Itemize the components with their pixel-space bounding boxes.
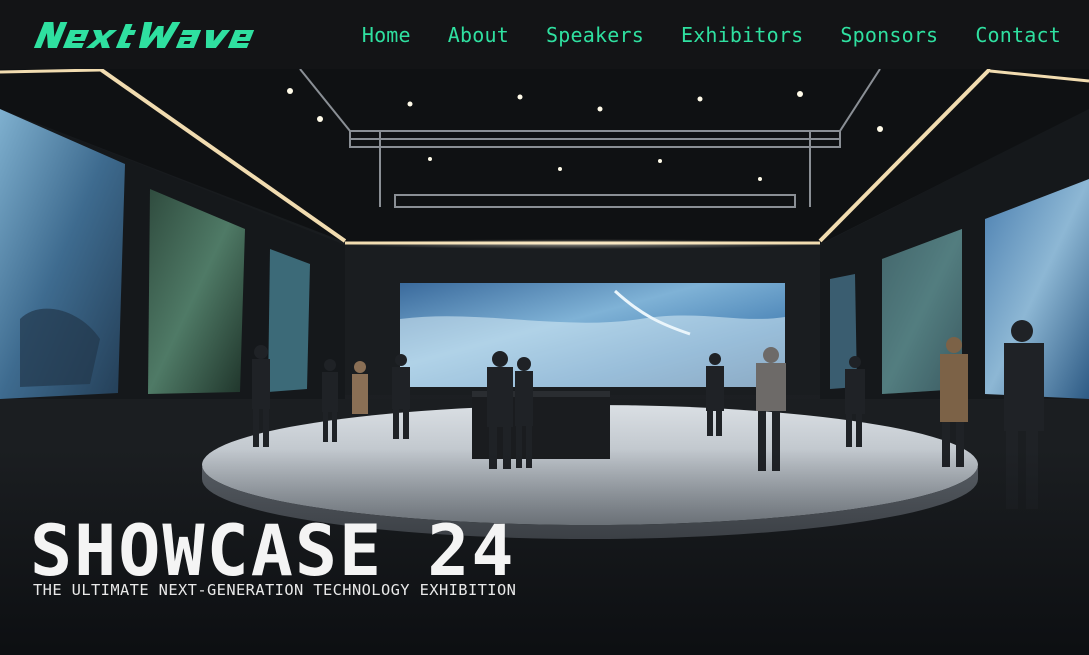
nav-contact-link[interactable]: Contact (975, 23, 1061, 47)
nav-about-link[interactable]: About (448, 23, 509, 47)
nav-sponsors-link[interactable]: Sponsors (840, 23, 938, 47)
hero-section: SHOWCASE 24 THE ULTIMATE NEXT-GENERATION… (0, 69, 1089, 655)
nav-exhibitors-link[interactable]: Exhibitors (681, 23, 803, 47)
hero-title: SHOWCASE 24 (30, 510, 516, 592)
brand-logo-link[interactable] (28, 18, 300, 52)
nextwave-logo (33, 21, 255, 48)
nav-speakers-link[interactable]: Speakers (546, 23, 644, 47)
top-navigation-bar: Home About Speakers Exhibitors Sponsors … (0, 0, 1089, 69)
nav-home-link[interactable]: Home (362, 23, 411, 47)
main-nav: Home About Speakers Exhibitors Sponsors … (362, 23, 1061, 47)
hero-subtitle: THE ULTIMATE NEXT-GENERATION TECHNOLOGY … (33, 581, 517, 599)
